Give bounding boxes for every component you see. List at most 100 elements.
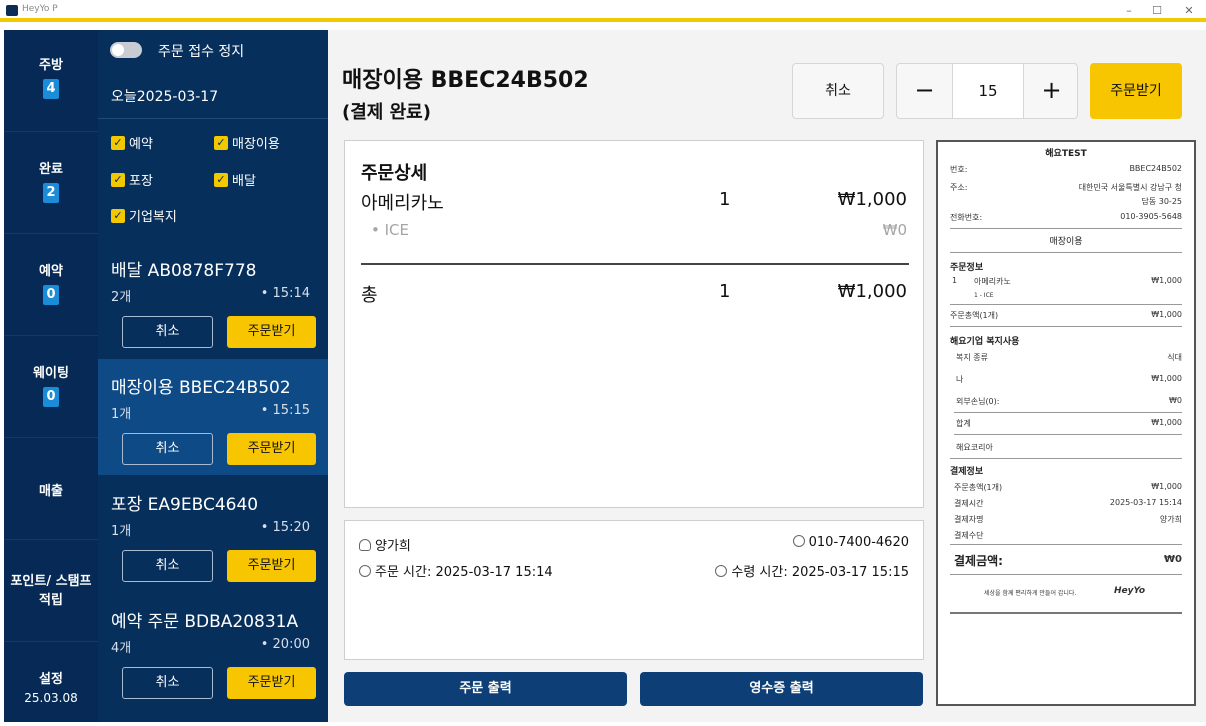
total-price: ₩1,000 xyxy=(837,281,907,302)
receipt-order-type: 매장이용 xyxy=(1049,237,1083,247)
order-time: • 15:15 xyxy=(260,403,310,418)
pickup-time-row: 수령 시간: 2025-03-17 15:15 xyxy=(715,561,909,580)
receipt-label: 외부손님(0): xyxy=(956,397,1000,406)
order-stop-toggle[interactable] xyxy=(110,42,142,58)
receipt-section-title: 주문정보 xyxy=(950,263,984,273)
order-time-row: 주문 시간: 2025-03-17 15:14 xyxy=(359,561,553,580)
nav-item-sales[interactable]: 매출 xyxy=(4,438,98,540)
filter-reservation[interactable]: ✓ 예약 xyxy=(111,133,153,152)
order-list-panel: 주문 접수 정지 오늘2025-03-17 ✓ 예약 ✓ 매장이용 ✓ 포장 ✓ 배달 … xyxy=(98,30,328,722)
nav-item-points[interactable]: 포인트/ 스탬프 적립 xyxy=(4,540,98,642)
cancel-order-button[interactable]: 취소 xyxy=(792,63,884,119)
person-icon xyxy=(359,539,371,551)
nav-label: 주방 xyxy=(39,58,63,73)
checkbox-checked-icon: ✓ xyxy=(214,135,228,150)
count-badge: 2 xyxy=(43,183,59,203)
receipt-order-total: ₩1,000 xyxy=(1151,310,1182,319)
plus-button[interactable]: + xyxy=(1023,64,1079,118)
filter-dine-in[interactable]: ✓ 매장이용 xyxy=(214,133,280,152)
window-titlebar: HeyYo P – ☐ ✕ xyxy=(0,0,1206,22)
nav-item-waiting[interactable]: 웨이팅 0 xyxy=(4,336,98,438)
filter-corporate-welfare[interactable]: ✓ 기업복지 xyxy=(111,206,177,225)
pickup-time: 수령 시간: 2025-03-17 15:15 xyxy=(731,565,909,580)
accept-order-button[interactable]: 주문받기 xyxy=(1090,63,1182,119)
nav-label: 웨이팅 xyxy=(33,366,69,381)
receipt-item-qty: 1 xyxy=(952,276,958,285)
receipt-item-option: 1 - ICE xyxy=(974,292,994,299)
receipt-label: 주문총액(1개) xyxy=(950,311,999,320)
accept-order-button[interactable]: 주문받기 xyxy=(227,667,316,699)
version-label: 25.03.08 xyxy=(24,691,78,705)
order-title: 예약 주문 BDBA20831A xyxy=(111,612,299,632)
customer-info-panel: 양가희 010-7400-4620 주문 시간: 2025-03-17 15:1… xyxy=(344,520,924,660)
order-stop-label: 주문 접수 정지 xyxy=(158,44,245,60)
nav-label: 예약 xyxy=(39,264,63,279)
clock-icon xyxy=(715,565,728,577)
order-count: 2개 xyxy=(111,290,132,305)
order-card-selected[interactable]: 매장이용 BBEC24B502 1개 • 15:15 취소 주문받기 xyxy=(98,359,328,475)
window-title: HeyYo P xyxy=(22,4,58,14)
nav-item-settings[interactable]: 설정 25.03.08 xyxy=(4,642,98,722)
receipt-label: 주소: xyxy=(950,183,968,192)
nav-item-completed[interactable]: 완료 2 xyxy=(4,132,98,234)
receipt-label: 결제시간 xyxy=(954,499,984,508)
receipt-label: 결제자명 xyxy=(954,515,984,524)
item-option: • ICE xyxy=(371,221,409,239)
order-time: • 20:00 xyxy=(260,637,310,652)
receipt-store-name: 해요TEST xyxy=(1045,149,1087,159)
customer-name: 양가희 xyxy=(375,539,411,554)
divider xyxy=(361,263,909,265)
nav-label: 설정 xyxy=(39,672,63,687)
receipt-pay-total: ₩1,000 xyxy=(1151,482,1182,491)
order-time: • 15:20 xyxy=(260,520,310,535)
item-qty: 1 xyxy=(719,189,731,210)
order-title: 매장이용 BBEC24B502 xyxy=(111,378,291,398)
quantity-stepper: − 15 + xyxy=(896,63,1078,119)
order-detail-main: 매장이용 BBEC24B502 (결제 완료) 취소 − 15 + 주문받기 주… xyxy=(328,30,1206,722)
maximize-button[interactable]: ☐ xyxy=(1144,2,1170,20)
brand-logo: HeyYo xyxy=(1114,586,1146,596)
count-badge: 0 xyxy=(43,387,59,407)
close-button[interactable]: ✕ xyxy=(1176,2,1202,20)
accept-order-button[interactable]: 주문받기 xyxy=(227,550,316,582)
receipt-label: 번호: xyxy=(950,165,968,174)
order-card[interactable]: 예약 주문 BDBA20831A 4개 • 20:00 취소 주문받기 xyxy=(98,593,328,709)
checkbox-checked-icon: ✓ xyxy=(111,172,125,187)
order-title: 포장 EA9EBC4640 xyxy=(111,495,259,515)
receipt-guest-amount: ₩0 xyxy=(1169,396,1182,405)
receipt-item-price: ₩1,000 xyxy=(1151,276,1182,285)
receipt-item-name: 아메리카노 xyxy=(974,277,1011,286)
receipt-pay-time: 2025-03-17 15:14 xyxy=(1109,498,1182,507)
cancel-button[interactable]: 취소 xyxy=(122,316,213,348)
quantity-value[interactable]: 15 xyxy=(953,64,1023,118)
print-receipt-button[interactable]: 영수증 출력 xyxy=(640,672,923,706)
order-card[interactable]: 배달 AB0878F778 2개 • 15:14 취소 주문받기 xyxy=(98,242,328,358)
receipt-sum: ₩1,000 xyxy=(1151,418,1182,427)
cancel-button[interactable]: 취소 xyxy=(122,433,213,465)
order-count: 1개 xyxy=(111,524,132,539)
detail-heading: 주문상세 xyxy=(361,163,428,184)
receipt-address: 대한민국 서울특별시 강남구 청 xyxy=(1078,183,1182,192)
receipt-label: 합계 xyxy=(956,419,971,428)
receipt-section-title: 결제정보 xyxy=(950,467,984,477)
filter-delivery[interactable]: ✓ 배달 xyxy=(214,170,256,189)
receipt-me-amount: ₩1,000 xyxy=(1151,374,1182,383)
print-order-button[interactable]: 주문 출력 xyxy=(344,672,627,706)
receipt-amount-label: 결제금액: xyxy=(954,554,1003,568)
minimize-button[interactable]: – xyxy=(1116,2,1142,20)
nav-item-reservation[interactable]: 예약 0 xyxy=(4,234,98,336)
checkbox-checked-icon: ✓ xyxy=(111,135,125,150)
cancel-button[interactable]: 취소 xyxy=(122,667,213,699)
order-card[interactable]: 포장 EA9EBC4640 1개 • 15:20 취소 주문받기 xyxy=(98,476,328,592)
accept-order-button[interactable]: 주문받기 xyxy=(227,316,316,348)
minus-button[interactable]: − xyxy=(897,64,953,118)
accept-order-button[interactable]: 주문받기 xyxy=(227,433,316,465)
option-price: ₩0 xyxy=(882,221,907,239)
order-time: 주문 시간: 2025-03-17 15:14 xyxy=(375,565,553,580)
checkbox-checked-icon: ✓ xyxy=(111,208,125,223)
nav-item-kitchen[interactable]: 주방 4 xyxy=(4,30,98,132)
filter-takeout[interactable]: ✓ 포장 xyxy=(111,170,153,189)
cancel-button[interactable]: 취소 xyxy=(122,550,213,582)
receipt-payer: 양가희 xyxy=(1159,515,1182,524)
order-detail-panel: 주문상세 아메리카노 1 ₩1,000 • ICE ₩0 총 1 ₩1,000 xyxy=(344,140,924,508)
